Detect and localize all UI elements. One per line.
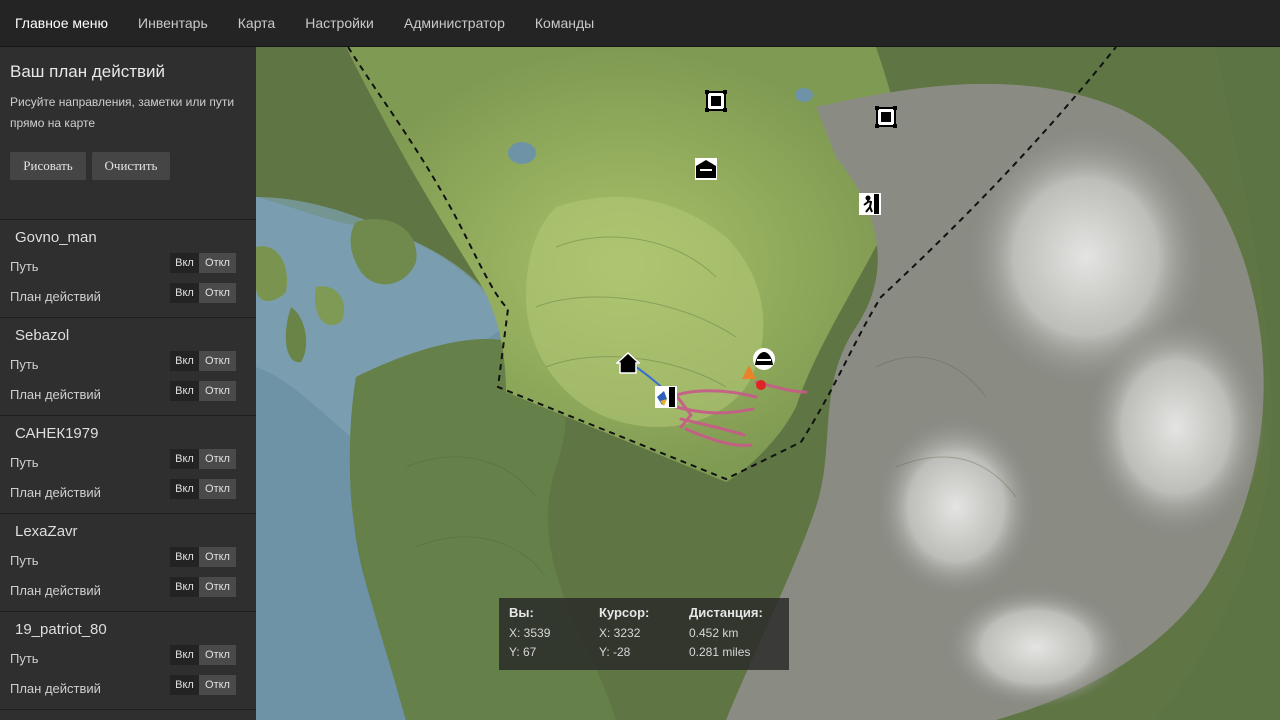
path-toggle: Вкл Откл (170, 351, 236, 371)
player-item: 19_patriot_80 Путь Вкл Откл План действи… (0, 611, 256, 710)
plan-toggle: Вкл Откл (170, 381, 236, 401)
player-name: САНЕК1979 (15, 425, 99, 442)
sidebar: Ваш план действий Рисуйте направления, з… (0, 47, 256, 720)
path-on-button[interactable]: Вкл (170, 253, 199, 273)
plan-off-button[interactable]: Откл (199, 577, 236, 597)
path-off-button[interactable]: Откл (199, 547, 236, 567)
plan-off-button[interactable]: Откл (199, 479, 236, 499)
player-item: САНЕК1979 Путь Вкл Откл План действий Вк… (0, 415, 256, 513)
player-name: 19_patriot_80 (15, 621, 107, 638)
cursor-x: X: 3232 (599, 626, 641, 640)
you-label: Вы: (509, 605, 534, 620)
cursor-label: Курсор: (599, 605, 650, 620)
cursor-column: Курсор: X: 3232 Y: -28 (599, 605, 649, 664)
you-x: X: 3539 (509, 626, 551, 640)
plan-label: План действий (10, 289, 101, 304)
coordinates-panel: Вы: X: 3539 Y: 67 Курсор: X: 3232 Y: -28… (499, 598, 789, 670)
path-on-button[interactable]: Вкл (170, 449, 199, 469)
nav-main-menu[interactable]: Главное меню (0, 0, 123, 46)
plan-label: План действий (10, 387, 101, 402)
path-label: Путь (10, 553, 39, 568)
player-item: Govno_man Путь Вкл Откл План действий Вк… (0, 219, 256, 317)
plan-off-button[interactable]: Откл (199, 381, 236, 401)
fort-icon[interactable] (704, 89, 728, 113)
player-name: Sebazol (15, 327, 70, 344)
bunker-icon[interactable] (694, 157, 718, 181)
player-item: LexaZavr Путь Вкл Откл План действий Вкл… (0, 513, 256, 611)
distance-miles: 0.281 miles (689, 645, 751, 659)
draw-button[interactable]: Рисовать (10, 152, 86, 180)
plan-on-button[interactable]: Вкл (170, 479, 199, 499)
you-y: Y: 67 (509, 645, 537, 659)
path-toggle: Вкл Откл (170, 253, 236, 273)
nav-teams[interactable]: Команды (520, 0, 609, 46)
cursor-y: Y: -28 (599, 645, 631, 659)
distance-column: Дистанция: 0.452 km 0.281 miles (689, 605, 763, 664)
plan-toggle: Вкл Откл (170, 675, 236, 695)
player-icon[interactable] (654, 385, 678, 409)
path-on-button[interactable]: Вкл (170, 547, 199, 567)
nav-admin[interactable]: Администратор (389, 0, 520, 46)
path-label: Путь (10, 455, 39, 470)
plan-label: План действий (10, 681, 101, 696)
player-list: Govno_man Путь Вкл Откл План действий Вк… (0, 219, 256, 710)
climb-icon[interactable] (858, 192, 882, 216)
plan-title: Ваш план действий (10, 62, 166, 81)
player-direction-icon (742, 365, 756, 379)
plan-toggle: Вкл Откл (170, 577, 236, 597)
distance-km: 0.452 km (689, 626, 739, 640)
path-off-button[interactable]: Откл (199, 253, 236, 273)
player-name: LexaZavr (15, 523, 78, 540)
nav-map[interactable]: Карта (223, 0, 290, 46)
plan-toggle: Вкл Откл (170, 283, 236, 303)
plan-on-button[interactable]: Вкл (170, 381, 199, 401)
you-column: Вы: X: 3539 Y: 67 (509, 605, 550, 664)
nav-inventory[interactable]: Инвентарь (123, 0, 223, 46)
plan-off-button[interactable]: Откл (199, 675, 236, 695)
nav-settings[interactable]: Настройки (290, 0, 389, 46)
fort-icon[interactable] (874, 105, 898, 129)
top-nav: Главное меню Инвентарь Карта Настройки А… (0, 0, 1280, 47)
path-on-button[interactable]: Вкл (170, 645, 199, 665)
path-off-button[interactable]: Откл (199, 645, 236, 665)
path-toggle: Вкл Откл (170, 645, 236, 665)
plan-hint: Рисуйте направления, заметки или пути пр… (10, 95, 235, 130)
plan-toggle: Вкл Откл (170, 479, 236, 499)
distance-label: Дистанция: (689, 605, 763, 620)
path-label: Путь (10, 651, 39, 666)
player-name: Govno_man (15, 229, 97, 246)
plan-off-button[interactable]: Откл (199, 283, 236, 303)
path-toggle: Вкл Откл (170, 547, 236, 567)
path-off-button[interactable]: Откл (199, 351, 236, 371)
plan-label: План действий (10, 485, 101, 500)
plan-on-button[interactable]: Вкл (170, 577, 199, 597)
clear-button[interactable]: Очистить (92, 152, 170, 180)
plan-label: План действий (10, 583, 101, 598)
house-icon[interactable] (616, 351, 640, 375)
path-label: Путь (10, 259, 39, 274)
path-off-button[interactable]: Откл (199, 449, 236, 469)
plan-on-button[interactable]: Вкл (170, 283, 199, 303)
plan-on-button[interactable]: Вкл (170, 675, 199, 695)
player-item: Sebazol Путь Вкл Откл План действий Вкл … (0, 317, 256, 415)
path-label: Путь (10, 357, 39, 372)
path-on-button[interactable]: Вкл (170, 351, 199, 371)
path-toggle: Вкл Откл (170, 449, 236, 469)
